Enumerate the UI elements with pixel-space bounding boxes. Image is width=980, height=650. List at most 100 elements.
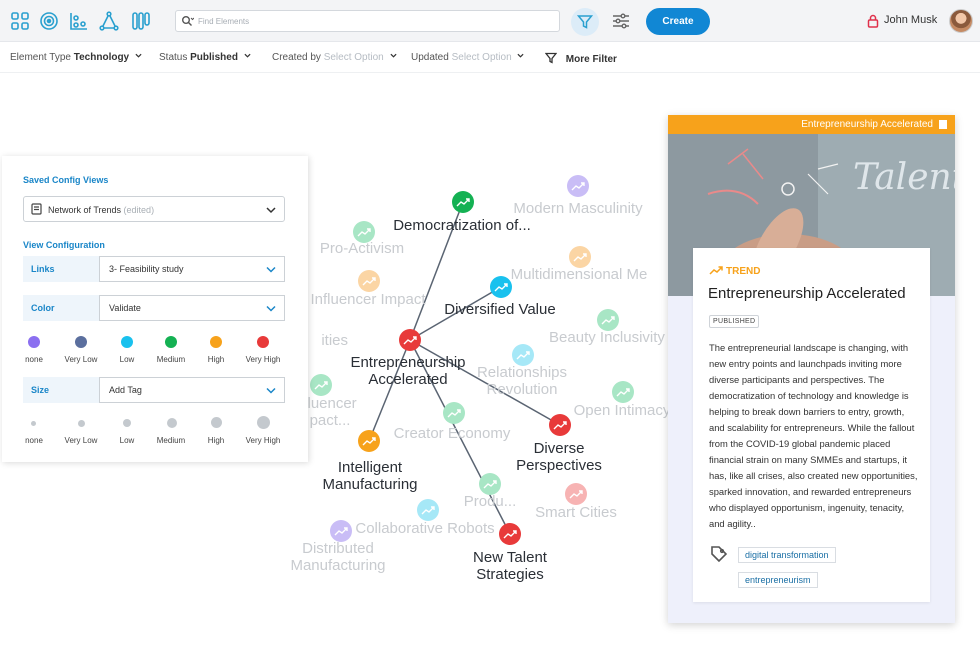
size-select[interactable]: Add Tag	[99, 377, 285, 403]
size-dot-very-low	[78, 420, 85, 427]
lock-icon	[867, 14, 879, 28]
chevron-down-icon	[135, 53, 142, 58]
sliders-icon[interactable]	[612, 13, 630, 29]
color-label: Color	[23, 295, 99, 321]
config-panel: Saved Config Views Network of Trends (ed…	[2, 156, 308, 462]
search-icon	[181, 15, 195, 28]
node-modern-masculinity[interactable]	[567, 175, 589, 197]
size-dot-low	[123, 419, 131, 427]
node-smart-cities[interactable]	[565, 483, 587, 505]
color-row: Color Validate	[23, 295, 285, 321]
color-select[interactable]: Validate	[99, 295, 285, 321]
create-button[interactable]: Create	[646, 8, 710, 35]
filter-bar: Element Type Technology Status Published…	[0, 43, 980, 73]
chevron-down-icon	[266, 207, 276, 214]
card-description: The entrepreneurial landscape is changin…	[709, 342, 918, 529]
created-by-filter[interactable]: Created by Select Option	[272, 52, 397, 63]
node-new-talent-strategies[interactable]	[499, 523, 521, 545]
node-fluencer-pact[interactable]	[310, 374, 332, 396]
top-bar: Create John Musk	[0, 0, 980, 42]
legend-dot-high	[210, 336, 222, 348]
columns-icon[interactable]	[131, 11, 151, 31]
node-distributed-manufacturing[interactable]	[330, 520, 352, 542]
status-label: Status	[159, 52, 188, 63]
legend-dot-very-high	[257, 336, 269, 348]
node-label[interactable]: Influencer Impact	[298, 291, 438, 308]
avatar[interactable]	[949, 9, 973, 33]
trend-type-text: TREND	[726, 266, 761, 277]
updated-label: Updated	[411, 52, 449, 63]
node-label[interactable]: Beauty Inclusivity	[537, 329, 677, 346]
filter-icon	[544, 52, 558, 64]
saved-views-title: Saved Config Views	[23, 175, 109, 185]
saved-view-suffix: (edited)	[123, 205, 155, 215]
status-value: Published	[190, 52, 238, 63]
links-label: Links	[23, 256, 99, 282]
size-legend-label: Very High	[245, 436, 281, 445]
links-select[interactable]: 3- Feasibility study	[99, 256, 285, 282]
node-label[interactable]: Pro-Activism	[292, 240, 432, 257]
element-type-filter[interactable]: Element Type Technology	[10, 52, 142, 63]
trend-icon	[709, 266, 723, 275]
bookmark-icon[interactable]	[939, 120, 947, 129]
node-label[interactable]: Collaborative Robots	[355, 520, 495, 537]
size-value: Add Tag	[109, 385, 142, 395]
links-value: 3- Feasibility study	[109, 264, 184, 274]
node-label[interactable]: Intelligent Manufacturing	[300, 459, 440, 493]
color-value: Validate	[109, 303, 141, 313]
saved-view-value: Network of Trends	[48, 205, 122, 215]
scatter-icon[interactable]	[69, 11, 89, 31]
legend-dot-low	[121, 336, 133, 348]
status-filter[interactable]: Status Published	[159, 52, 251, 63]
node-label[interactable]: Diversified Value	[430, 301, 570, 318]
user-name[interactable]: John Musk	[884, 14, 937, 26]
chevron-down-icon	[389, 53, 397, 58]
target-icon[interactable]	[39, 11, 59, 31]
saved-view-select[interactable]: Network of Trends (edited)	[23, 196, 285, 222]
node-label[interactable]: Distributed Manufacturing	[268, 540, 408, 574]
grid-icon[interactable]	[10, 11, 30, 31]
node-relationships-revolution[interactable]	[512, 344, 534, 366]
node-entrepreneurship-accelerated[interactable]	[399, 329, 421, 351]
node-label[interactable]: Entrepreneurship Accelerated	[338, 354, 478, 388]
network-icon[interactable]	[99, 11, 119, 31]
card-strip-label: Entrepreneurship Accelerated	[801, 119, 933, 130]
legend-dot-medium	[165, 336, 177, 348]
more-filter-button[interactable]: More Filter	[544, 52, 617, 65]
updated-filter[interactable]: Updated Select Option	[411, 52, 524, 63]
node-label[interactable]: Smart Cities	[506, 504, 646, 521]
legend-dot-none	[28, 336, 40, 348]
node-label[interactable]: Democratization of...	[392, 217, 532, 234]
trend-type-label: TREND	[709, 266, 760, 277]
node-democratization[interactable]	[452, 191, 474, 213]
trend-image-text: Talent	[853, 157, 955, 198]
element-type-label: Element Type	[10, 52, 71, 63]
node-label[interactable]: Modern Masculinity	[508, 200, 648, 217]
node-open-intimacy[interactable]	[612, 381, 634, 403]
chevron-down-icon	[266, 387, 276, 394]
legend-label: Very High	[245, 355, 281, 364]
node-intelligent-manufacturing[interactable]	[358, 430, 380, 452]
element-type-value: Technology	[73, 52, 130, 63]
node-label[interactable]: Diverse Perspectives	[489, 440, 629, 474]
tag-chip[interactable]: entrepreneurism	[738, 572, 818, 588]
legend-dot-very-low	[75, 336, 87, 348]
node-influencer-impact[interactable]	[358, 270, 380, 292]
size-row: Size Add Tag	[23, 377, 285, 403]
tag-icon	[710, 545, 728, 563]
tag-chip[interactable]: digital transformation	[738, 547, 836, 563]
node-beauty-inclusivity[interactable]	[597, 309, 619, 331]
chevron-down-icon	[517, 53, 524, 58]
search-box[interactable]	[175, 10, 560, 32]
filter-toggle-button[interactable]	[571, 8, 599, 36]
search-input[interactable]	[198, 13, 548, 29]
node-creator-economy[interactable]	[443, 402, 465, 424]
trend-detail-card: Entrepreneurship Accelerated Talent TREN…	[668, 115, 955, 623]
node-multidimensional-me[interactable]	[569, 246, 591, 268]
chevron-down-icon	[244, 53, 251, 58]
node-produ[interactable]	[479, 473, 501, 495]
document-icon	[31, 203, 42, 215]
node-label[interactable]: New Talent Strategies	[440, 549, 580, 583]
card-content: TREND Entrepreneurship Accelerated PUBLI…	[693, 248, 930, 602]
node-label[interactable]: Multidimensional Me	[509, 266, 649, 283]
